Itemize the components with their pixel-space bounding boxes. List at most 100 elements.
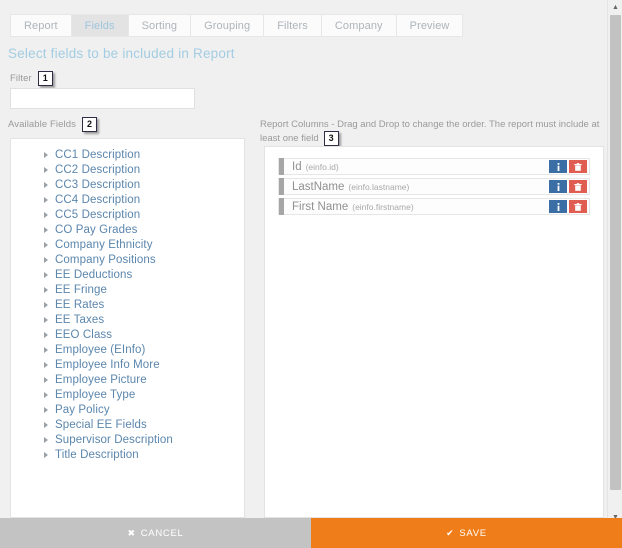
triangle-right-icon[interactable]: [44, 422, 48, 428]
available-field-item[interactable]: Company Positions: [11, 252, 244, 267]
report-columns-label: Report Columns - Drag and Drop to change…: [260, 119, 599, 144]
triangle-right-icon[interactable]: [44, 182, 48, 188]
available-field-item[interactable]: CC2 Description: [11, 162, 244, 177]
cancel-button[interactable]: ✖ CANCEL: [0, 518, 311, 548]
delete-button[interactable]: [569, 160, 587, 173]
report-column-name: LastName: [292, 181, 344, 193]
available-field-item[interactable]: CC3 Description: [11, 177, 244, 192]
delete-button[interactable]: [569, 200, 587, 213]
annotation-badge-1: 1: [38, 71, 53, 86]
triangle-right-icon[interactable]: [44, 347, 48, 353]
available-field-label: EE Deductions: [55, 269, 132, 281]
filter-input[interactable]: [10, 88, 195, 109]
available-field-label: Employee Picture: [55, 374, 147, 386]
close-icon: ✖: [128, 529, 136, 538]
report-column-actions: [549, 180, 589, 193]
triangle-right-icon[interactable]: [44, 152, 48, 158]
report-column-row[interactable]: First Name(einfo.firstname): [278, 198, 590, 215]
available-field-item[interactable]: Special EE Fields: [11, 417, 244, 432]
drag-handle-icon[interactable]: [279, 158, 284, 175]
tab-filters[interactable]: Filters: [264, 14, 322, 37]
triangle-right-icon[interactable]: [44, 212, 48, 218]
triangle-right-icon[interactable]: [44, 227, 48, 233]
footer-actions: ✖ CANCEL ✔ SAVE: [0, 518, 622, 548]
scrollbar-thumb[interactable]: [610, 15, 621, 490]
triangle-right-icon[interactable]: [44, 362, 48, 368]
available-field-item[interactable]: EE Deductions: [11, 267, 244, 282]
report-columns-label-row: Report Columns - Drag and Drop to change…: [260, 118, 600, 146]
triangle-right-icon[interactable]: [44, 287, 48, 293]
available-field-label: CC1 Description: [55, 149, 140, 161]
available-fields-label-row: Available Fields 2: [8, 117, 97, 132]
available-field-label: Employee Info More: [55, 359, 160, 371]
available-field-item[interactable]: EE Taxes: [11, 312, 244, 327]
triangle-right-icon[interactable]: [44, 437, 48, 443]
available-field-item[interactable]: EEO Class: [11, 327, 244, 342]
available-field-item[interactable]: CC5 Description: [11, 207, 244, 222]
triangle-right-icon[interactable]: [44, 302, 48, 308]
save-button[interactable]: ✔ SAVE: [311, 518, 622, 548]
delete-button[interactable]: [569, 180, 587, 193]
filter-label: Filter: [10, 73, 32, 84]
triangle-right-icon[interactable]: [44, 197, 48, 203]
info-button[interactable]: [549, 180, 567, 193]
report-columns-list: Id(einfo.id) LastName (einfo.lastname) Firs…: [265, 147, 603, 215]
available-field-item[interactable]: CC4 Description: [11, 192, 244, 207]
available-field-item[interactable]: Supervisor Description: [11, 432, 244, 447]
annotation-badge-2: 2: [82, 117, 97, 132]
available-field-label: CC3 Description: [55, 179, 140, 191]
available-field-item[interactable]: Employee Type: [11, 387, 244, 402]
available-field-label: Special EE Fields: [55, 419, 147, 431]
available-field-item[interactable]: Title Description: [11, 447, 244, 462]
content-area: ReportFieldsSortingGroupingFiltersCompan…: [0, 0, 607, 518]
tab-fields[interactable]: Fields: [72, 14, 129, 37]
available-fields-panel[interactable]: CC1 Description CC2 Description CC3 Descri…: [10, 138, 245, 518]
tab-preview[interactable]: Preview: [397, 14, 464, 37]
triangle-right-icon[interactable]: [44, 257, 48, 263]
available-field-item[interactable]: CO Pay Grades: [11, 222, 244, 237]
report-column-actions: [549, 200, 589, 213]
save-button-label: SAVE: [459, 528, 486, 539]
triangle-right-icon[interactable]: [44, 332, 48, 338]
tab-sorting[interactable]: Sorting: [129, 14, 192, 37]
triangle-right-icon[interactable]: [44, 242, 48, 248]
triangle-right-icon[interactable]: [44, 407, 48, 413]
report-columns-panel[interactable]: Id(einfo.id) LastName (einfo.lastname) Firs…: [264, 146, 604, 518]
available-field-item[interactable]: EE Rates: [11, 297, 244, 312]
drag-handle-icon[interactable]: [279, 178, 284, 195]
info-icon: [555, 203, 562, 211]
available-field-item[interactable]: Employee Picture: [11, 372, 244, 387]
triangle-right-icon[interactable]: [44, 392, 48, 398]
triangle-right-icon[interactable]: [44, 272, 48, 278]
tab-grouping[interactable]: Grouping: [191, 14, 264, 37]
tab-report[interactable]: Report: [10, 14, 72, 37]
available-field-label: Employee (EInfo): [55, 344, 145, 356]
available-field-label: CC5 Description: [55, 209, 140, 221]
report-column-row[interactable]: LastName (einfo.lastname): [278, 178, 590, 195]
info-button[interactable]: [549, 160, 567, 173]
available-field-label: CC2 Description: [55, 164, 140, 176]
available-field-item[interactable]: EE Fringe: [11, 282, 244, 297]
vertical-scrollbar[interactable]: ▲ ▼: [607, 0, 622, 548]
available-fields-list: CC1 Description CC2 Description CC3 Descri…: [11, 139, 244, 462]
triangle-right-icon[interactable]: [44, 167, 48, 173]
drag-handle-icon[interactable]: [279, 198, 284, 215]
available-field-label: Title Description: [55, 449, 139, 461]
check-icon: ✔: [446, 529, 454, 538]
available-field-label: EEO Class: [55, 329, 112, 341]
tab-company[interactable]: Company: [322, 14, 397, 37]
trash-icon: [574, 183, 582, 191]
filter-label-row: Filter 1: [10, 71, 53, 86]
available-field-item[interactable]: Pay Policy: [11, 402, 244, 417]
available-field-item[interactable]: Company Ethnicity: [11, 237, 244, 252]
triangle-right-icon[interactable]: [44, 377, 48, 383]
report-column-path: (einfo.lastname): [348, 182, 409, 192]
triangle-right-icon[interactable]: [44, 452, 48, 458]
triangle-right-icon[interactable]: [44, 317, 48, 323]
report-column-row[interactable]: Id(einfo.id): [278, 158, 590, 175]
available-field-item[interactable]: Employee (EInfo): [11, 342, 244, 357]
available-field-item[interactable]: Employee Info More: [11, 357, 244, 372]
scroll-up-icon[interactable]: ▲: [608, 0, 622, 14]
info-button[interactable]: [549, 200, 567, 213]
available-field-item[interactable]: CC1 Description: [11, 147, 244, 162]
